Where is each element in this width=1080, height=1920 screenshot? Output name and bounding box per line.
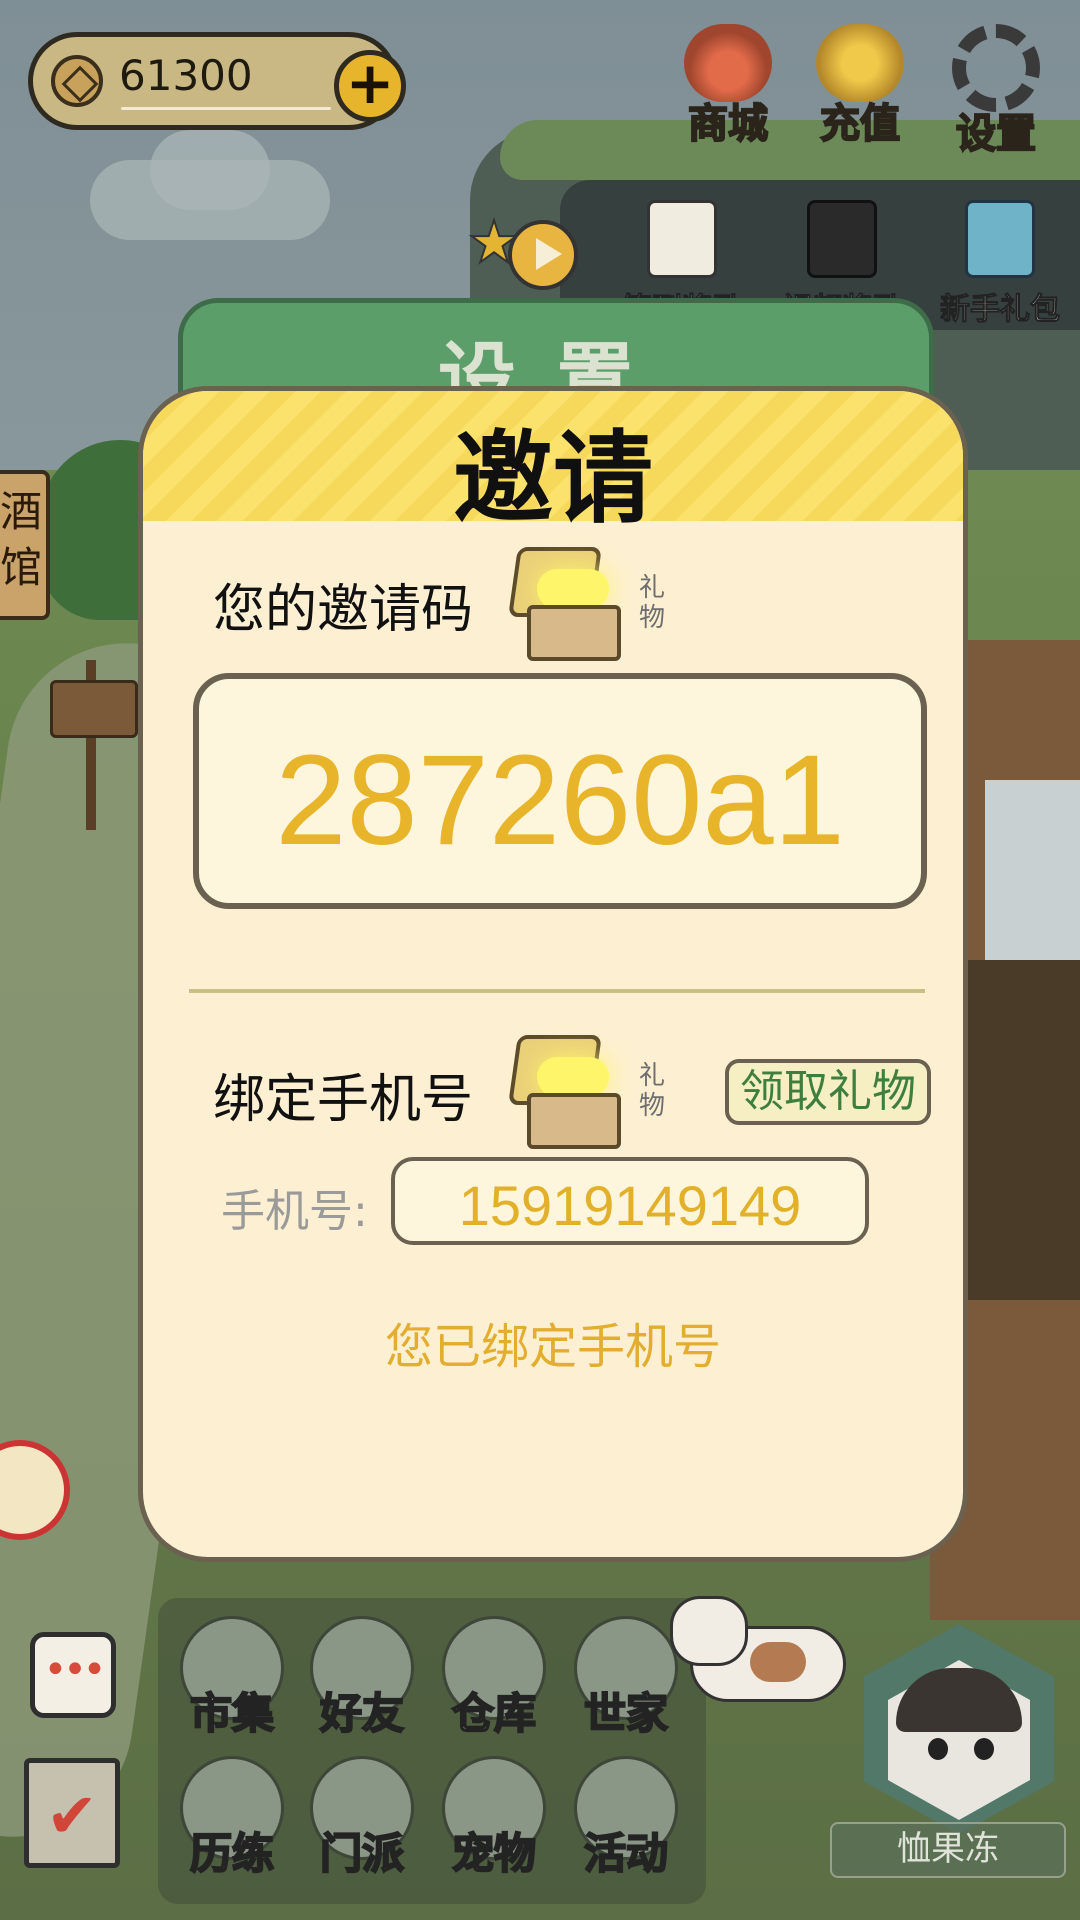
settings-button[interactable]: 设置	[936, 24, 1056, 157]
play-icon	[508, 220, 578, 290]
treasure-chest-icon	[965, 200, 1035, 278]
sleeping-cat[interactable]	[670, 1596, 850, 1706]
invite-code-label: 您的邀请码	[213, 580, 474, 640]
checkmark-icon: ✔	[46, 1779, 98, 1852]
menu-sect-label: 门派	[319, 1828, 405, 1879]
menu-pet-button[interactable]: 宠物	[434, 1756, 554, 1896]
menu-training-label: 历练	[189, 1828, 275, 1879]
menu-warehouse-label: 仓库	[451, 1688, 537, 1739]
invite-code-box: 287260a1	[193, 673, 927, 909]
menu-clan-label: 世家	[583, 1688, 669, 1739]
shop-button[interactable]: 商城	[668, 24, 788, 154]
phone-value: 15919149149	[458, 1174, 802, 1237]
calendar-icon	[647, 200, 717, 278]
settings-label: 设置	[955, 111, 1037, 157]
invite-code-value[interactable]: 287260a1	[199, 727, 921, 874]
gift-caption: 礼物	[638, 1061, 665, 1121]
newbie-gift-label: 新手礼包	[940, 292, 1061, 328]
invite-dialog: 邀请 您的邀请码 礼物 287260a1 绑定手机号 礼物 领取礼物 手机号: …	[138, 386, 968, 1562]
clapperboard-icon	[807, 200, 877, 278]
coin-icon	[51, 55, 103, 107]
dialog-title: 邀请	[453, 420, 653, 537]
menu-warehouse-button[interactable]: 仓库	[434, 1616, 554, 1756]
menu-friends-button[interactable]: 好友	[302, 1616, 422, 1756]
menu-event-label: 活动	[583, 1828, 669, 1879]
section-divider	[189, 989, 925, 993]
shop-bag-icon	[684, 24, 772, 102]
dialog-header: 邀请	[143, 391, 963, 537]
shop-label: 商城	[687, 101, 769, 147]
gold-ingot-icon	[816, 24, 904, 102]
phone-bound-status: 您已绑定手机号	[384, 1319, 721, 1375]
menu-event-button[interactable]: 活动	[566, 1756, 686, 1896]
coin-underline	[121, 107, 331, 110]
menu-training-button[interactable]: 历练	[172, 1756, 292, 1896]
chat-bubble-icon: •••	[43, 1647, 107, 1693]
hut-roof	[950, 960, 1080, 1300]
cloud	[150, 130, 270, 210]
phone-input[interactable]: 15919149149	[391, 1157, 869, 1245]
player-name: 恤果冻	[830, 1822, 1066, 1878]
coin-value: 61300	[119, 51, 253, 100]
tavern-sign[interactable]: 酒馆	[0, 470, 50, 620]
avatar-eye	[928, 1738, 948, 1760]
menu-friends-label: 好友	[319, 1688, 405, 1739]
add-coins-button[interactable]: +	[334, 50, 406, 122]
menu-pet-label: 宠物	[451, 1828, 537, 1879]
menu-sect-button[interactable]: 门派	[302, 1756, 422, 1896]
signpost-board	[50, 680, 138, 738]
avatar-eye	[974, 1738, 994, 1760]
menu-market-button[interactable]: 市集	[172, 1616, 292, 1756]
gift-chest-icon[interactable]	[507, 547, 637, 661]
recharge-button[interactable]: 充值	[800, 24, 920, 154]
newbie-gift-button[interactable]: 新手礼包	[930, 200, 1070, 328]
bind-phone-label: 绑定手机号	[213, 1070, 474, 1130]
menu-market-label: 市集	[189, 1688, 275, 1739]
gift-chest-icon[interactable]	[507, 1035, 637, 1149]
chat-button[interactable]: •••	[30, 1632, 116, 1718]
menu-clan-button[interactable]: 世家	[566, 1616, 686, 1756]
recharge-label: 充值	[819, 101, 901, 147]
gear-icon	[952, 24, 1040, 112]
phone-label: 手机号:	[221, 1186, 368, 1237]
task-button[interactable]: ✔	[24, 1758, 120, 1868]
star-video-button[interactable]: ★	[467, 207, 588, 292]
claim-gift-button[interactable]: 领取礼物	[725, 1059, 931, 1125]
gift-caption: 礼物	[638, 573, 665, 633]
